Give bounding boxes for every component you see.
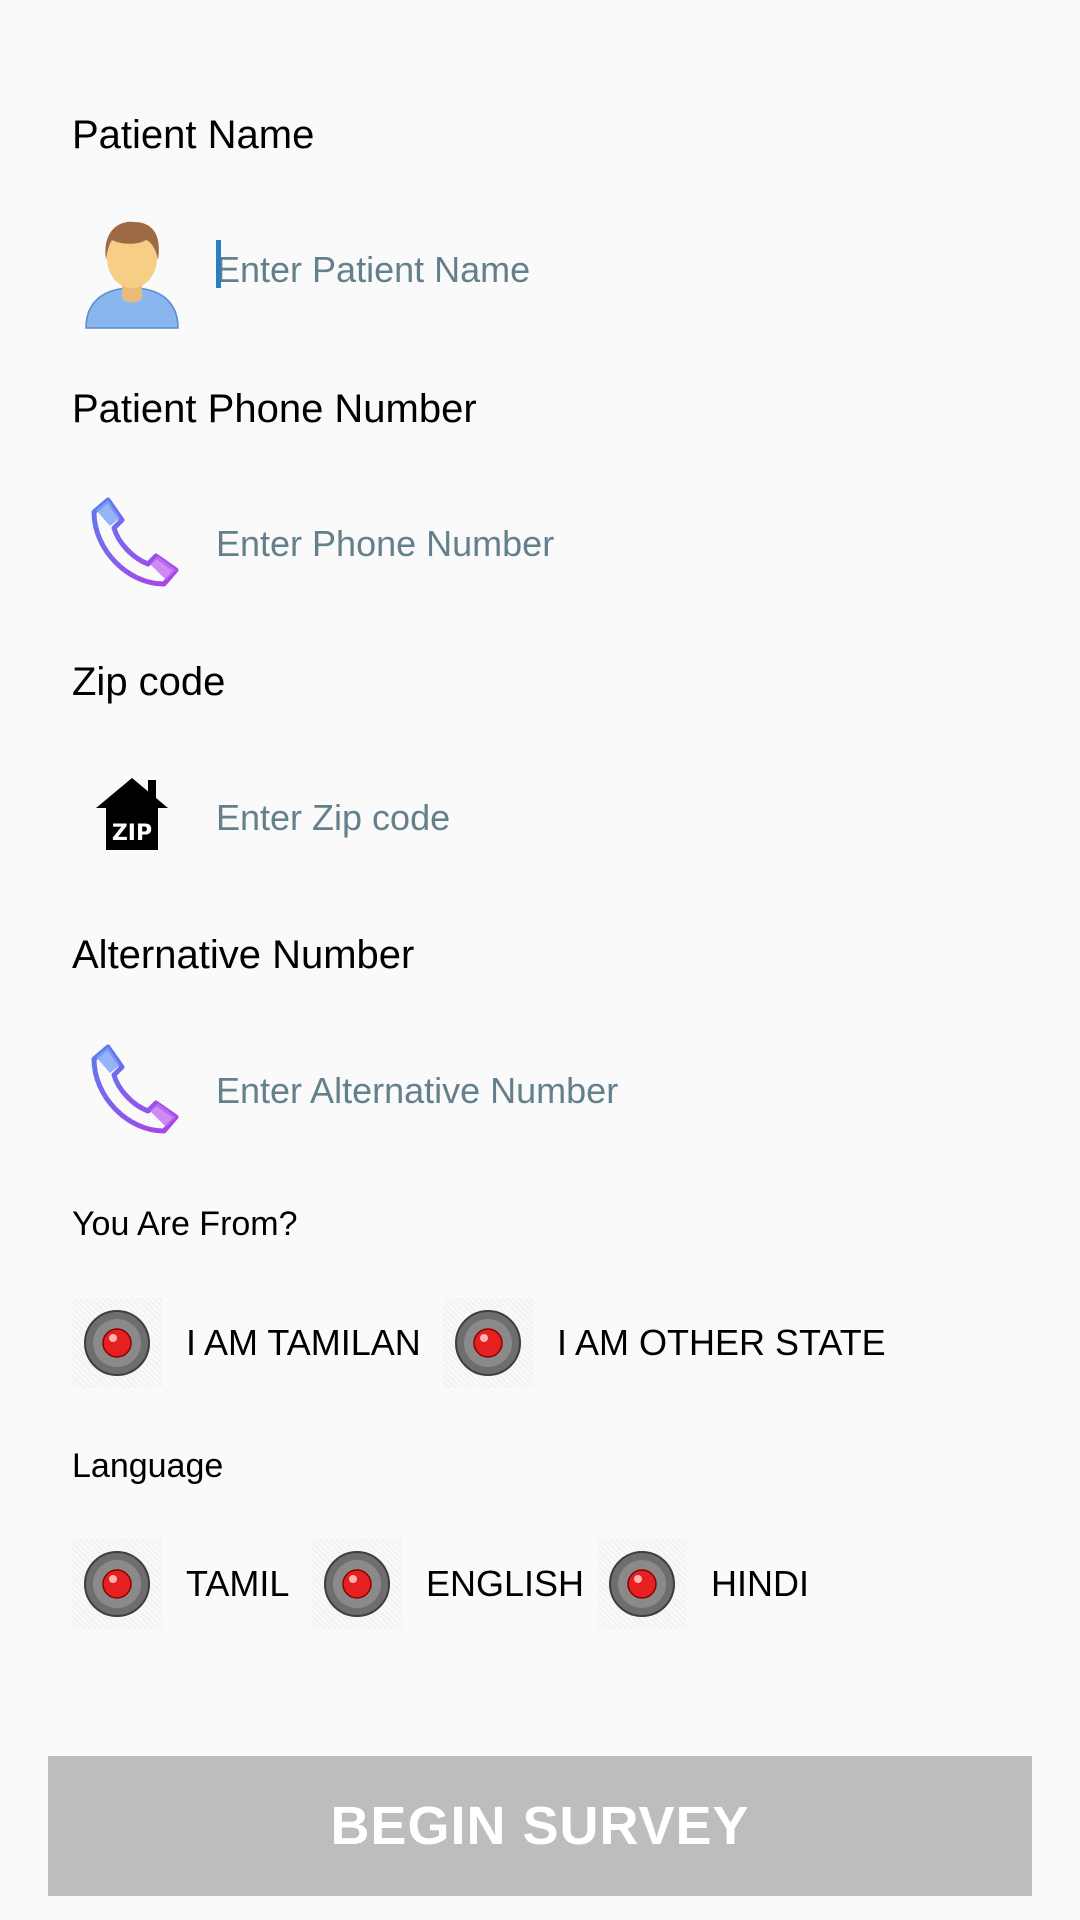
patient-name-label: Patient Name (72, 113, 315, 157)
radio-label: ENGLISH (426, 1563, 585, 1604)
begin-survey-button[interactable]: BEGIN SURVEY (48, 1756, 1032, 1896)
phone-icon (72, 484, 192, 604)
radio-label: I AM OTHER STATE (557, 1322, 886, 1363)
alternative-number-row (72, 1031, 1008, 1151)
patient-phone-input[interactable] (216, 514, 996, 574)
radio-button-icon (443, 1298, 533, 1388)
radio-label: HINDI (711, 1563, 809, 1604)
text-cursor (216, 240, 221, 288)
phone-icon (72, 1031, 192, 1151)
radio-button-icon (597, 1539, 687, 1629)
alternative-number-input[interactable] (216, 1061, 996, 1121)
radio-label: I AM TAMILAN (186, 1322, 421, 1363)
zip-code-input[interactable] (216, 788, 996, 848)
radio-label: TAMIL (186, 1563, 290, 1604)
zip-house-icon: ZIP (72, 758, 192, 878)
radio-button-icon (72, 1298, 162, 1388)
origin-label: You Are From? (72, 1205, 298, 1243)
zip-code-label: Zip code (72, 660, 226, 704)
alternative-number-label: Alternative Number (72, 933, 415, 977)
patient-phone-row (72, 484, 1008, 604)
patient-name-input[interactable] (216, 240, 996, 300)
user-avatar-icon (72, 210, 192, 330)
language-label: Language (72, 1447, 224, 1485)
patient-phone-label: Patient Phone Number (72, 387, 477, 431)
radio-button-icon (312, 1539, 402, 1629)
zip-code-row: ZIP (72, 758, 1008, 878)
svg-text:ZIP: ZIP (112, 821, 152, 846)
radio-button-icon (72, 1539, 162, 1629)
patient-name-row (72, 210, 1008, 330)
